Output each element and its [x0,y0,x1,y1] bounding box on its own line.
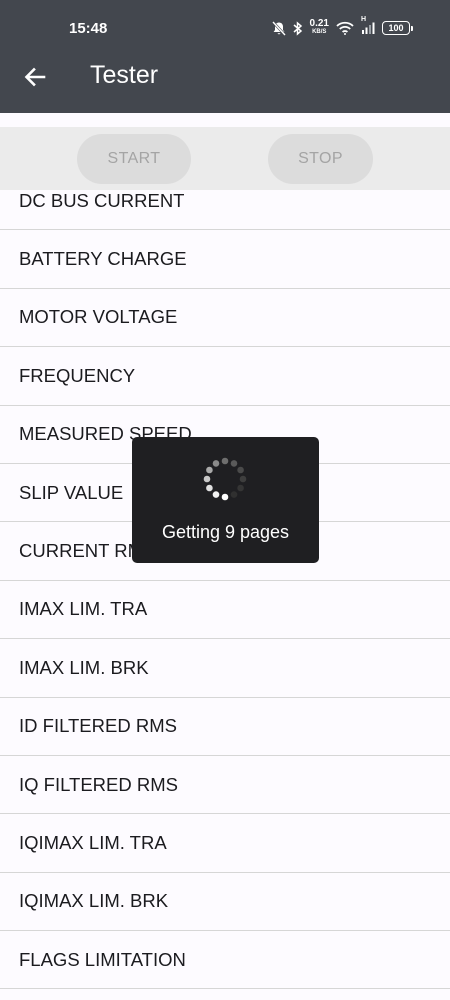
loading-message: Getting 9 pages [161,522,290,542]
list-item[interactable]: DC BUS CURRENT [0,190,450,231]
spinner-dot [230,491,238,498]
spinner-dot [221,457,229,465]
list-item[interactable]: BATTERY CHARGE [0,230,450,289]
list-item[interactable]: IQIMAX LIM. TRA [0,814,450,873]
top-bar: 15:48 0.21 KB/S H 100 Tester [0,0,450,113]
parameter-list-inner: DC BUS CURRENT BATTERY CHARGE MOTOR VOLTAG… [0,190,450,990]
start-button[interactable]: START [77,134,191,184]
app-title: Tester [90,61,159,89]
signal-icon: H [361,16,375,35]
stop-button[interactable]: STOP [268,134,373,184]
spinner-dot [206,484,213,492]
spinner-icon [203,457,247,501]
status-icons: 0.21 KB/S H 100 [271,16,413,38]
screen: 15:48 0.21 KB/S H 100 Tester START STOP … [0,0,450,1000]
list-item[interactable]: IMAX LIM. BRK [0,639,450,698]
wifi-icon [336,21,354,35]
back-button[interactable] [18,60,52,94]
spinner-dot [237,484,244,492]
spinner-dot [203,475,211,483]
loading-dialog: Getting 9 pages [132,437,319,563]
battery-icon: 100 [382,21,413,35]
bluetooth-icon [293,20,303,36]
spinner-dot [206,466,213,474]
list-item[interactable]: FLAGS LIMITATION [0,931,450,990]
spinner-dot [212,491,220,498]
list-item[interactable]: IQ FILTERED RMS [0,755,450,815]
list-item[interactable]: IMAX LIM. TRA [0,580,450,640]
list-item[interactable]: ID FILTERED RMS [0,697,450,756]
status-time: 15:48 [69,20,108,37]
arrow-left-icon [24,67,46,87]
list-item[interactable]: MOTOR VOLTAGE [0,288,450,348]
spinner-dot [212,460,220,467]
controls-bar: START STOP [0,127,450,190]
spinner-dot [230,460,238,467]
list-item[interactable]: FREQUENCY [0,347,450,406]
list-item[interactable]: IQIMAX LIM. BRK [0,872,450,932]
parameter-list[interactable]: DC BUS CURRENT BATTERY CHARGE MOTOR VOLTAG… [0,190,450,1000]
spinner-dot [221,493,229,501]
mute-bell-icon [271,20,286,36]
net-speed: 0.21 KB/S [309,18,329,36]
spinner-dot [237,466,244,474]
spinner-dot [239,475,247,483]
